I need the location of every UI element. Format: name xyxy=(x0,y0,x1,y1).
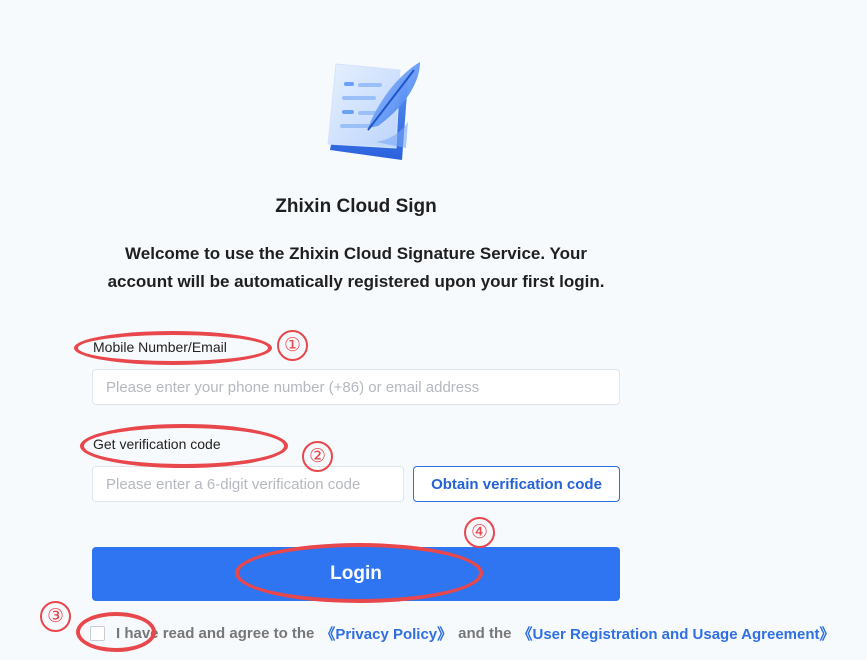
agreement-row: I have read and agree to the 《Privacy Po… xyxy=(90,622,835,644)
user-agreement-link[interactable]: 《User Registration and Usage Agreement》 xyxy=(517,623,834,644)
app-title: Zhixin Cloud Sign xyxy=(275,196,437,217)
welcome-message: Welcome to use the Zhixin Cloud Signatur… xyxy=(107,244,605,291)
agreement-checkbox[interactable] xyxy=(90,625,105,641)
annotation-marker-2: ② xyxy=(302,441,333,472)
privacy-policy-link[interactable]: 《Privacy Policy》 xyxy=(320,623,452,644)
document-quill-icon xyxy=(327,62,420,160)
verification-code-input[interactable] xyxy=(92,466,404,502)
agreement-prefix: I have read and agree to the xyxy=(116,624,315,642)
verification-code-label: Get verification code xyxy=(93,436,221,452)
annotation-marker-1: ① xyxy=(277,330,308,361)
mobile-email-label: Mobile Number/Email xyxy=(93,339,227,355)
mobile-email-input[interactable] xyxy=(92,369,620,405)
annotation-marker-3: ③ xyxy=(40,601,71,632)
annotation-marker-4: ④ xyxy=(464,517,495,548)
obtain-verification-code-button[interactable]: Obtain verification code xyxy=(413,466,620,502)
login-button[interactable]: Login xyxy=(92,547,620,601)
login-page: Zhixin Cloud Sign Welcome to use the Zhi… xyxy=(0,0,867,660)
agreement-and: and the xyxy=(458,624,512,642)
